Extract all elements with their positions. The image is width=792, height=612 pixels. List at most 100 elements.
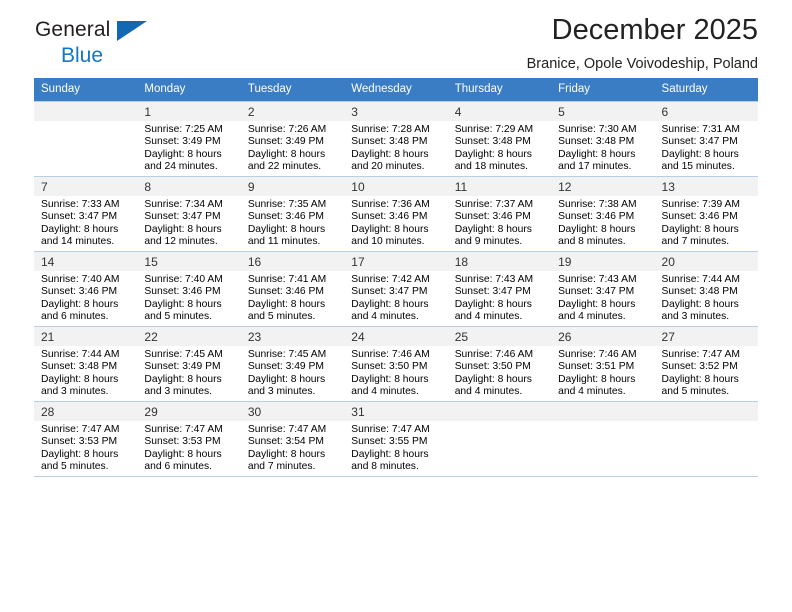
weekday-header-monday: Monday [137,78,241,102]
day-details: Sunrise: 7:44 AM Sunset: 3:48 PM Dayligh… [34,346,137,399]
day-cell[interactable]: 17 Sunrise: 7:42 AM Sunset: 3:47 PM Dayl… [344,251,448,327]
sunrise-text: Sunrise: 7:40 AM [41,274,120,285]
day-details: Sunrise: 7:34 AM Sunset: 3:47 PM Dayligh… [137,196,240,249]
day-number: 8 [137,177,241,196]
daylight-text-line1: Daylight: 8 hours [351,373,429,385]
daylight-text-line1: Daylight: 8 hours [144,373,222,385]
logo-text-blue: Blue [61,44,104,67]
sunrise-text: Sunrise: 7:47 AM [247,424,327,435]
day-details: Sunrise: 7:37 AM Sunset: 3:46 PM Dayligh… [448,196,551,249]
day-cell[interactable]: 6 Sunrise: 7:31 AM Sunset: 3:47 PM Dayli… [654,101,758,177]
day-details: Sunrise: 7:47 AM Sunset: 3:55 PM Dayligh… [344,421,447,474]
day-cell[interactable]: 31 Sunrise: 7:47 AM Sunset: 3:55 PM Dayl… [344,401,448,477]
daylight-text-line2: and 20 minutes. [351,161,425,173]
day-number: 22 [137,327,241,346]
day-details: Sunrise: 7:35 AM Sunset: 3:46 PM Dayligh… [241,196,344,249]
day-cell[interactable]: 8 Sunrise: 7:34 AM Sunset: 3:47 PM Dayli… [137,176,241,252]
day-cell[interactable]: 16 Sunrise: 7:41 AM Sunset: 3:46 PM Dayl… [240,251,345,327]
day-cell[interactable]: 19 Sunrise: 7:43 AM Sunset: 3:47 PM Dayl… [551,251,655,327]
day-cell[interactable]: 9 Sunrise: 7:35 AM Sunset: 3:46 PM Dayli… [240,176,345,252]
sunrise-text: Sunrise: 7:35 AM [247,199,327,210]
day-cell[interactable]: 22 Sunrise: 7:45 AM Sunset: 3:49 PM Dayl… [137,326,241,402]
day-cell[interactable]: 28 Sunrise: 7:47 AM Sunset: 3:53 PM Dayl… [34,401,138,477]
day-cell[interactable]: 2 Sunrise: 7:26 AM Sunset: 3:49 PM Dayli… [240,101,345,177]
day-details [551,421,654,424]
daylight-text-line2: and 11 minutes. [247,236,321,248]
sunrise-text: Sunrise: 7:44 AM [661,274,740,285]
day-cell[interactable]: 20 Sunrise: 7:44 AM Sunset: 3:48 PM Dayl… [654,251,758,327]
weekday-header-row: Sunday Monday Tuesday Wednesday Thursday… [34,78,758,102]
day-cell[interactable]: 10 Sunrise: 7:36 AM Sunset: 3:46 PM Dayl… [344,176,448,252]
day-details: Sunrise: 7:28 AM Sunset: 3:48 PM Dayligh… [344,121,447,174]
day-number: 10 [344,177,448,196]
daylight-text-line1: Daylight: 8 hours [247,148,326,160]
daylight-text-line1: Daylight: 8 hours [351,448,429,460]
daylight-text-line1: Daylight: 8 hours [41,448,119,460]
day-number: 15 [137,252,241,271]
day-number [447,402,552,421]
sunset-text: Sunset: 3:46 PM [454,211,531,223]
day-cell[interactable] [34,101,138,177]
day-cell[interactable]: 4 Sunrise: 7:29 AM Sunset: 3:48 PM Dayli… [447,101,552,177]
day-cell[interactable] [447,401,552,477]
day-cell[interactable] [654,401,758,477]
day-details: Sunrise: 7:44 AM Sunset: 3:48 PM Dayligh… [655,271,758,324]
day-number: 3 [344,102,448,121]
day-number [34,102,138,121]
day-cell[interactable]: 26 Sunrise: 7:46 AM Sunset: 3:51 PM Dayl… [551,326,655,402]
daylight-text-line1: Daylight: 8 hours [351,298,429,310]
day-cell[interactable]: 27 Sunrise: 7:47 AM Sunset: 3:52 PM Dayl… [654,326,758,402]
day-cell[interactable]: 18 Sunrise: 7:43 AM Sunset: 3:47 PM Dayl… [447,251,552,327]
day-cell[interactable]: 13 Sunrise: 7:39 AM Sunset: 3:46 PM Dayl… [654,176,758,252]
daylight-text-line1: Daylight: 8 hours [661,373,739,385]
day-number: 11 [447,177,552,196]
daylight-text-line1: Daylight: 8 hours [661,148,739,160]
daylight-text-line1: Daylight: 8 hours [41,223,119,235]
daylight-text-line1: Daylight: 8 hours [247,448,326,460]
day-cell[interactable]: 25 Sunrise: 7:46 AM Sunset: 3:50 PM Dayl… [447,326,552,402]
weekday-header-sunday: Sunday [34,78,138,102]
daylight-text-line2: and 5 minutes. [661,386,730,398]
sunrise-text: Sunrise: 7:44 AM [41,349,120,360]
page-title: December 2025 [551,14,758,46]
daylight-text-line2: and 5 minutes. [144,311,212,323]
day-details [655,421,758,424]
daylight-text-line1: Daylight: 8 hours [144,448,222,460]
day-cell[interactable]: 11 Sunrise: 7:37 AM Sunset: 3:46 PM Dayl… [447,176,552,252]
calendar-week-row: 21 Sunrise: 7:44 AM Sunset: 3:48 PM Dayl… [34,326,758,402]
sunrise-text: Sunrise: 7:39 AM [661,199,740,210]
day-cell[interactable]: 21 Sunrise: 7:44 AM Sunset: 3:48 PM Dayl… [34,326,138,402]
sunset-text: Sunset: 3:47 PM [144,211,221,223]
day-cell[interactable]: 15 Sunrise: 7:40 AM Sunset: 3:46 PM Dayl… [137,251,241,327]
daylight-text-line1: Daylight: 8 hours [558,223,636,235]
day-cell[interactable]: 7 Sunrise: 7:33 AM Sunset: 3:47 PM Dayli… [34,176,138,252]
daylight-text-line2: and 6 minutes. [144,461,212,473]
day-cell[interactable]: 24 Sunrise: 7:46 AM Sunset: 3:50 PM Dayl… [344,326,448,402]
calendar-week-row: 28 Sunrise: 7:47 AM Sunset: 3:53 PM Dayl… [34,401,758,477]
day-cell[interactable]: 3 Sunrise: 7:28 AM Sunset: 3:48 PM Dayli… [344,101,448,177]
day-cell[interactable]: 30 Sunrise: 7:47 AM Sunset: 3:54 PM Dayl… [240,401,345,477]
day-number [654,402,758,421]
day-details [34,121,137,124]
day-cell[interactable]: 23 Sunrise: 7:45 AM Sunset: 3:49 PM Dayl… [240,326,345,402]
day-cell[interactable]: 1 Sunrise: 7:25 AM Sunset: 3:49 PM Dayli… [137,101,241,177]
daylight-text-line2: and 5 minutes. [41,461,109,473]
weekday-header-thursday: Thursday [447,78,552,102]
day-cell[interactable]: 14 Sunrise: 7:40 AM Sunset: 3:46 PM Dayl… [34,251,138,327]
day-cell[interactable] [551,401,655,477]
daylight-text-line1: Daylight: 8 hours [454,223,532,235]
daylight-text-line2: and 3 minutes. [41,386,109,398]
sunrise-text: Sunrise: 7:30 AM [558,124,637,135]
day-details: Sunrise: 7:45 AM Sunset: 3:49 PM Dayligh… [137,346,240,399]
day-cell[interactable]: 29 Sunrise: 7:47 AM Sunset: 3:53 PM Dayl… [137,401,241,477]
sunset-text: Sunset: 3:47 PM [558,286,635,298]
daylight-text-line1: Daylight: 8 hours [558,298,636,310]
weekday-header-wednesday: Wednesday [344,78,448,102]
sunrise-text: Sunrise: 7:37 AM [454,199,534,210]
sunrise-text: Sunrise: 7:47 AM [351,424,430,435]
day-cell[interactable]: 12 Sunrise: 7:38 AM Sunset: 3:46 PM Dayl… [551,176,655,252]
daylight-text-line2: and 8 minutes. [351,461,419,473]
day-cell[interactable]: 5 Sunrise: 7:30 AM Sunset: 3:48 PM Dayli… [551,101,655,177]
sunset-text: Sunset: 3:50 PM [351,361,428,373]
day-number: 19 [551,252,655,271]
